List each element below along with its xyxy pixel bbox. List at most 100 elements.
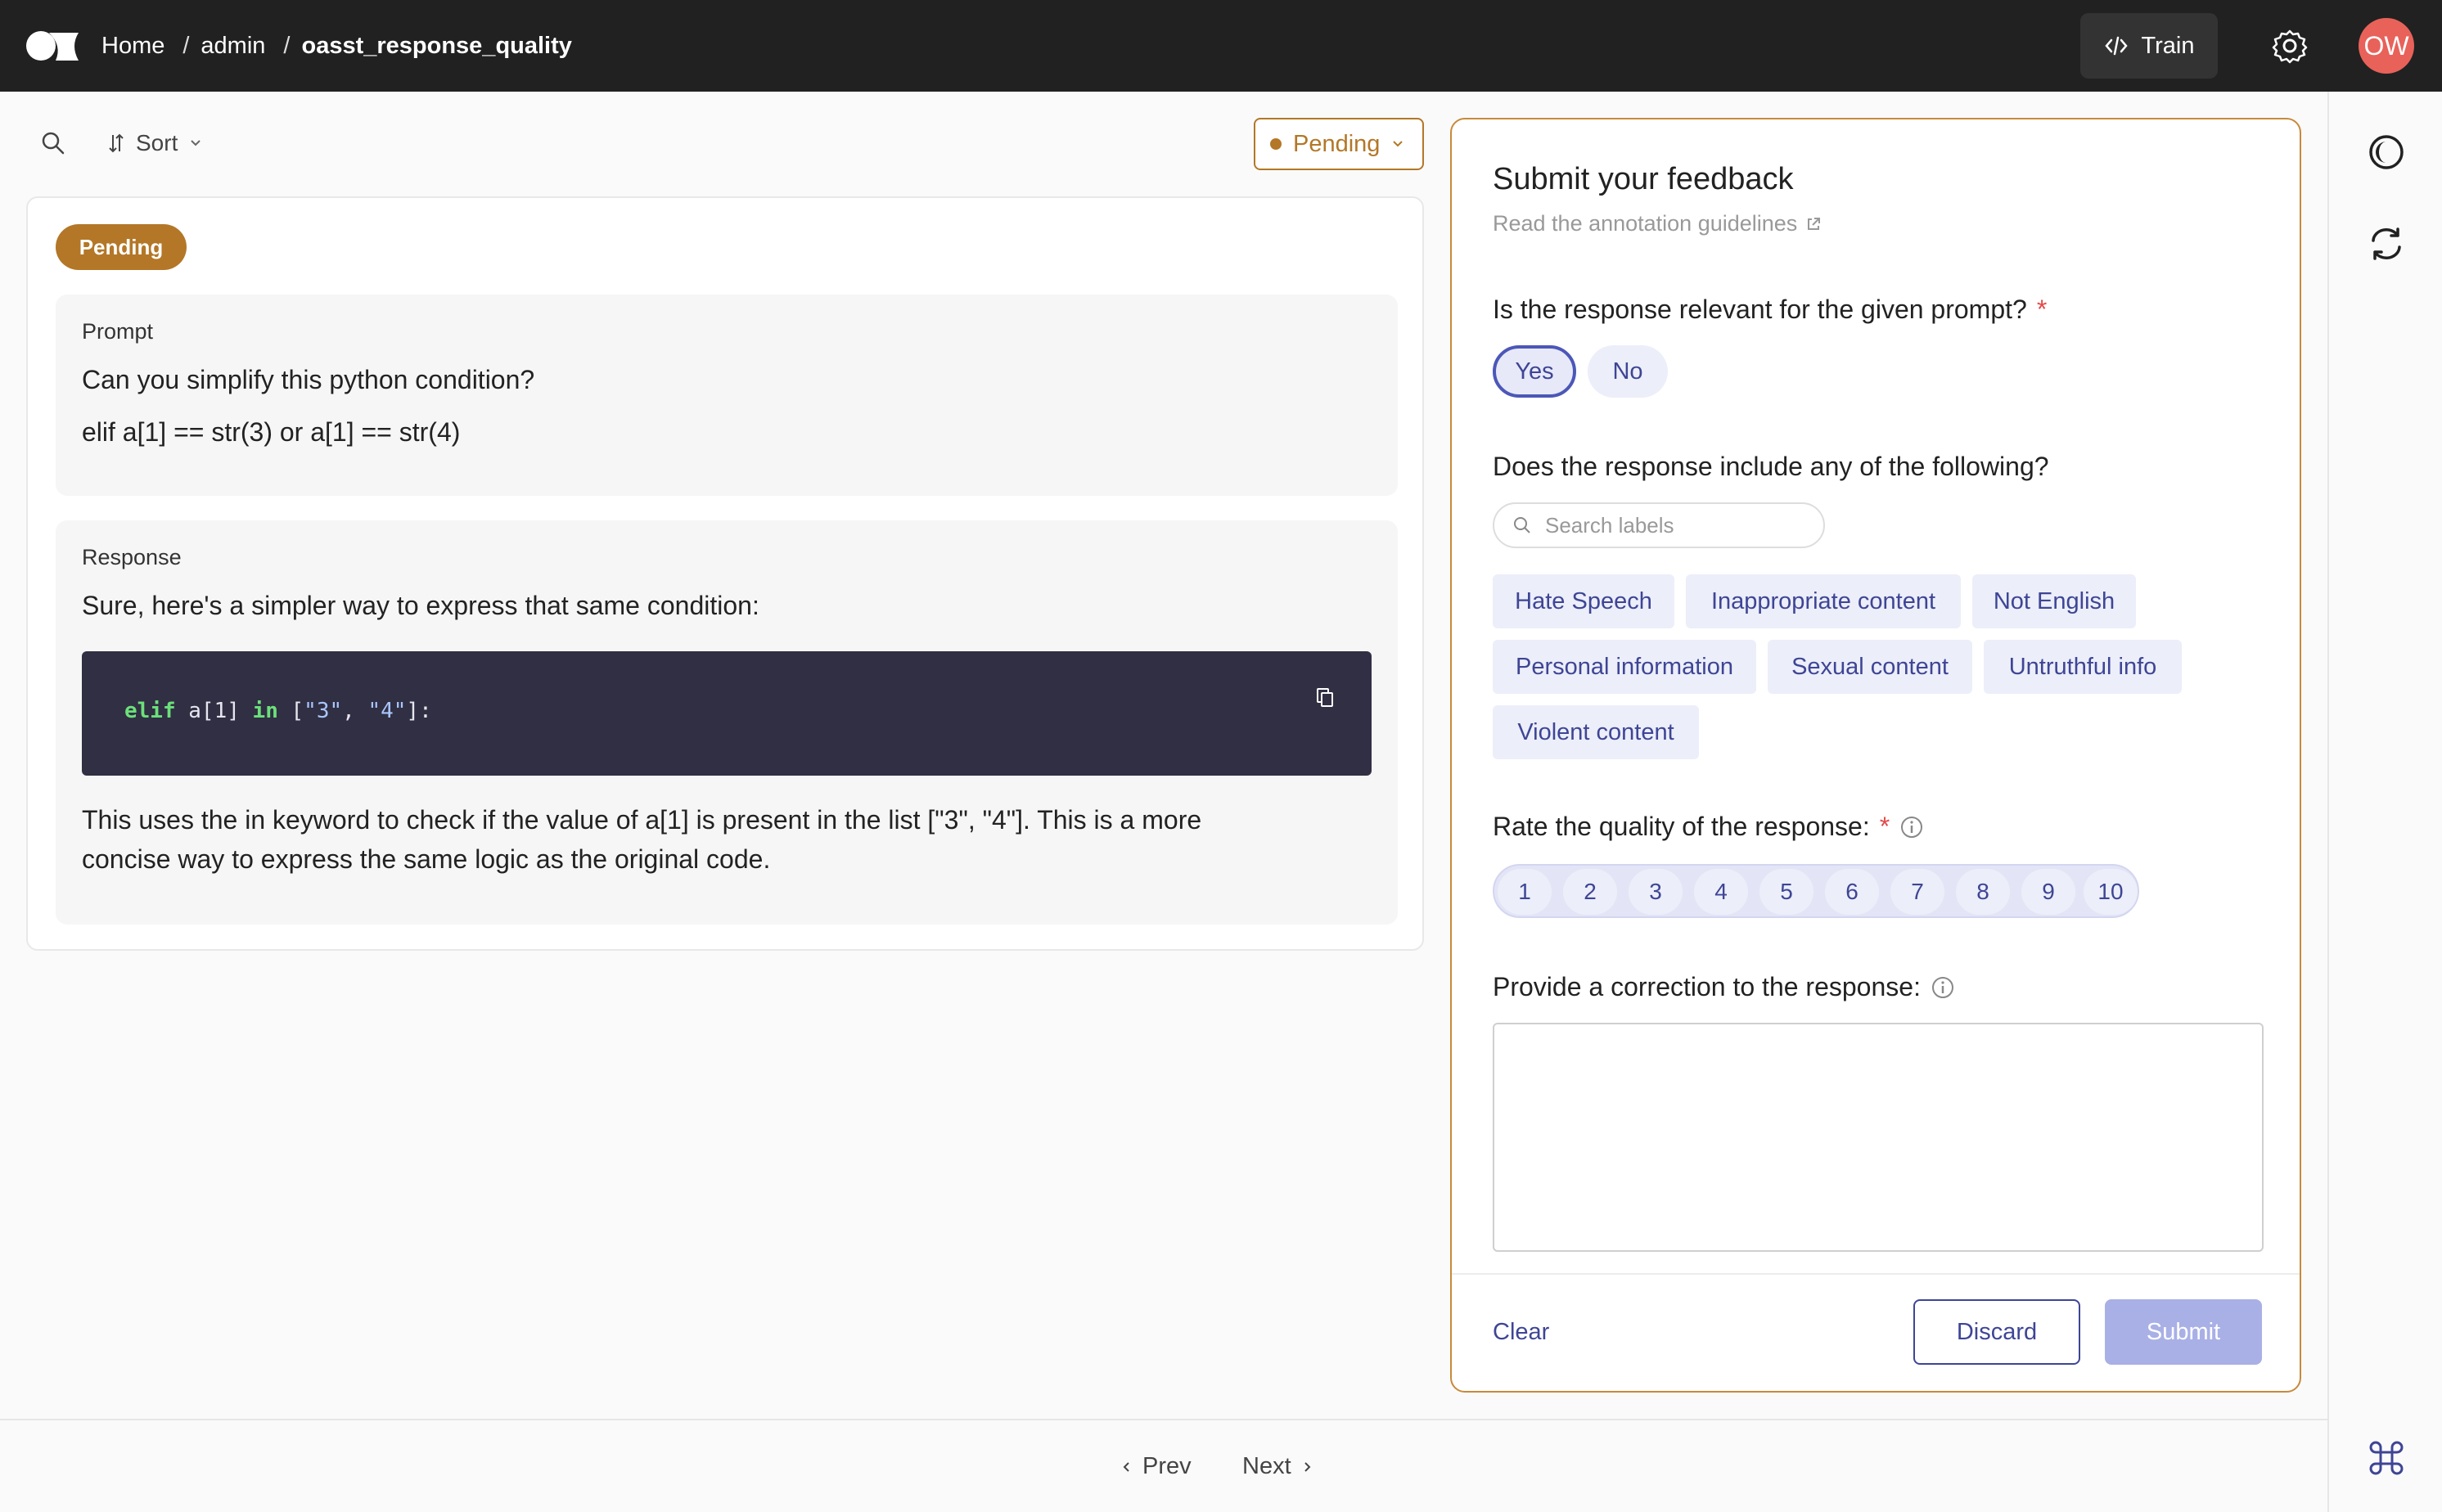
next-label: Next (1242, 1453, 1291, 1479)
breadcrumb-workspace[interactable]: admin (200, 33, 265, 60)
option-no[interactable]: No (1588, 345, 1668, 398)
rating-option[interactable]: 3 (1629, 869, 1683, 915)
prompt-text-line: Can you simplify this python condition? (82, 365, 535, 394)
rating-option[interactable]: 7 (1890, 869, 1944, 915)
rating-scale: 1 2 3 4 5 6 7 8 9 10 (1493, 864, 2139, 918)
rating-option[interactable]: 6 (1825, 869, 1879, 915)
code-icon (2104, 36, 2128, 56)
right-sidebar (2327, 92, 2442, 1512)
search-labels-input[interactable]: Search labels (1493, 502, 1825, 548)
feedback-title: Submit your feedback (1493, 162, 1794, 196)
required-mark: * (2036, 295, 2048, 324)
response-field: Response Sure, here's a simpler way to e… (56, 520, 1398, 925)
top-bar: Home / admin / oasst_response_quality Tr… (0, 0, 2442, 92)
external-link-icon (1808, 217, 1821, 230)
label-hate-speech[interactable]: Hate Speech (1493, 574, 1674, 628)
correction-textarea[interactable] (1493, 1023, 2264, 1252)
code-text: ]: (406, 699, 432, 723)
status-filter-select[interactable]: Pending (1254, 118, 1424, 170)
breadcrumb-dataset: oasst_response_quality (301, 32, 572, 59)
question-content-label: Does the response include any of the fol… (1493, 452, 2049, 482)
clear-button[interactable]: Clear (1493, 1319, 1549, 1346)
question-text: Rate the quality of the response: (1493, 812, 1870, 841)
breadcrumb-separator: / (182, 32, 190, 59)
question-text: Is the response relevant for the given p… (1493, 295, 2027, 324)
contrast-icon[interactable] (2367, 133, 2406, 172)
divider (1452, 1273, 2300, 1275)
code-block: elif a[1] in ["3", "4"]: (82, 651, 1372, 776)
response-outro-line: concise way to express the same logic as… (82, 844, 771, 874)
user-avatar[interactable]: OW (2359, 18, 2414, 74)
required-mark: * (1879, 812, 1890, 841)
sort-icon (109, 133, 124, 153)
breadcrumb-home[interactable]: Home (101, 33, 164, 60)
guidelines-label: Read the annotation guidelines (1493, 211, 1798, 236)
status-dot (1270, 138, 1282, 150)
search-icon (1514, 517, 1530, 533)
prompt-title: Prompt (82, 319, 154, 344)
option-yes[interactable]: Yes (1493, 345, 1576, 398)
chevron-left-icon (1123, 1461, 1129, 1472)
feedback-panel: Submit your feedback Read the annotation… (1450, 118, 2301, 1393)
discard-button[interactable]: Discard (1913, 1299, 2080, 1365)
prev-button[interactable]: Prev (1121, 1453, 1192, 1480)
code-text: [ (277, 699, 304, 723)
code-string: "4" (367, 699, 407, 723)
chevron-right-icon (1304, 1461, 1311, 1472)
rating-option[interactable]: 2 (1563, 869, 1617, 915)
label-inappropriate-content[interactable]: Inappropriate content (1686, 574, 1961, 628)
question-relevant-label: Is the response relevant for the given p… (1493, 295, 2047, 325)
copy-icon[interactable] (1316, 687, 1334, 709)
info-icon[interactable] (1931, 975, 1955, 1000)
next-button[interactable]: Next (1242, 1453, 1313, 1480)
code-keyword: elif (124, 699, 176, 723)
info-icon[interactable] (1899, 815, 1924, 839)
guidelines-link[interactable]: Read the annotation guidelines (1493, 211, 1822, 236)
label-not-english[interactable]: Not English (1972, 574, 2136, 628)
train-label: Train (2141, 32, 2195, 59)
sort-label: Sort (136, 130, 178, 155)
status-badge: Pending (56, 224, 187, 270)
prompt-field: Prompt Can you simplify this python cond… (56, 295, 1398, 496)
status-filter-value: Pending (1293, 130, 1381, 157)
rating-option[interactable]: 8 (1956, 869, 2010, 915)
prompt-text-line: elif a[1] == str(3) or a[1] == str(4) (82, 417, 461, 447)
rating-option[interactable]: 1 (1498, 869, 1552, 915)
train-button[interactable]: Train (2080, 13, 2218, 79)
code-line: elif a[1] in ["3", "4"]: (124, 699, 432, 723)
code-text: a[1] (175, 699, 253, 723)
refresh-icon[interactable] (2367, 224, 2406, 263)
rating-option[interactable]: 10 (2084, 869, 2138, 915)
code-keyword: in (252, 699, 278, 723)
response-title: Response (82, 545, 182, 569)
chevron-down-icon (191, 140, 201, 146)
pagination-bar: Prev Next (0, 1419, 2327, 1512)
question-text: Does the response include any of the fol… (1493, 452, 2049, 481)
chevron-down-icon (1393, 141, 1403, 147)
breadcrumb-separator: / (283, 32, 291, 59)
label-untruthful-info[interactable]: Untruthful info (1984, 640, 2182, 694)
gear-icon[interactable] (2272, 28, 2308, 64)
submit-button[interactable]: Submit (2105, 1299, 2262, 1365)
response-outro-line: This uses the in keyword to check if the… (82, 805, 1202, 835)
question-correction-label: Provide a correction to the response: (1493, 972, 1955, 1002)
search-labels-placeholder: Search labels (1545, 512, 1674, 538)
record-card: Pending Prompt Can you simplify this pyt… (26, 196, 1424, 951)
label-personal-information[interactable]: Personal information (1493, 640, 1756, 694)
argilla-logo-icon[interactable] (25, 29, 80, 62)
rating-option[interactable]: 9 (2021, 869, 2075, 915)
prev-label: Prev (1142, 1453, 1192, 1479)
rating-option[interactable]: 4 (1694, 869, 1748, 915)
code-string: "3" (304, 699, 343, 723)
command-icon[interactable] (2367, 1438, 2406, 1478)
code-text: , (342, 699, 368, 723)
label-sexual-content[interactable]: Sexual content (1768, 640, 1972, 694)
question-rating-label: Rate the quality of the response: * (1493, 812, 1924, 842)
question-text: Provide a correction to the response: (1493, 972, 1921, 1001)
rating-option[interactable]: 5 (1759, 869, 1813, 915)
search-icon[interactable] (41, 131, 65, 155)
label-violent-content[interactable]: Violent content (1493, 705, 1699, 759)
response-intro: Sure, here's a simpler way to express th… (82, 591, 759, 620)
sort-button[interactable]: Sort (108, 127, 202, 160)
breadcrumb: Home / admin / oasst_response_quality (101, 0, 572, 92)
